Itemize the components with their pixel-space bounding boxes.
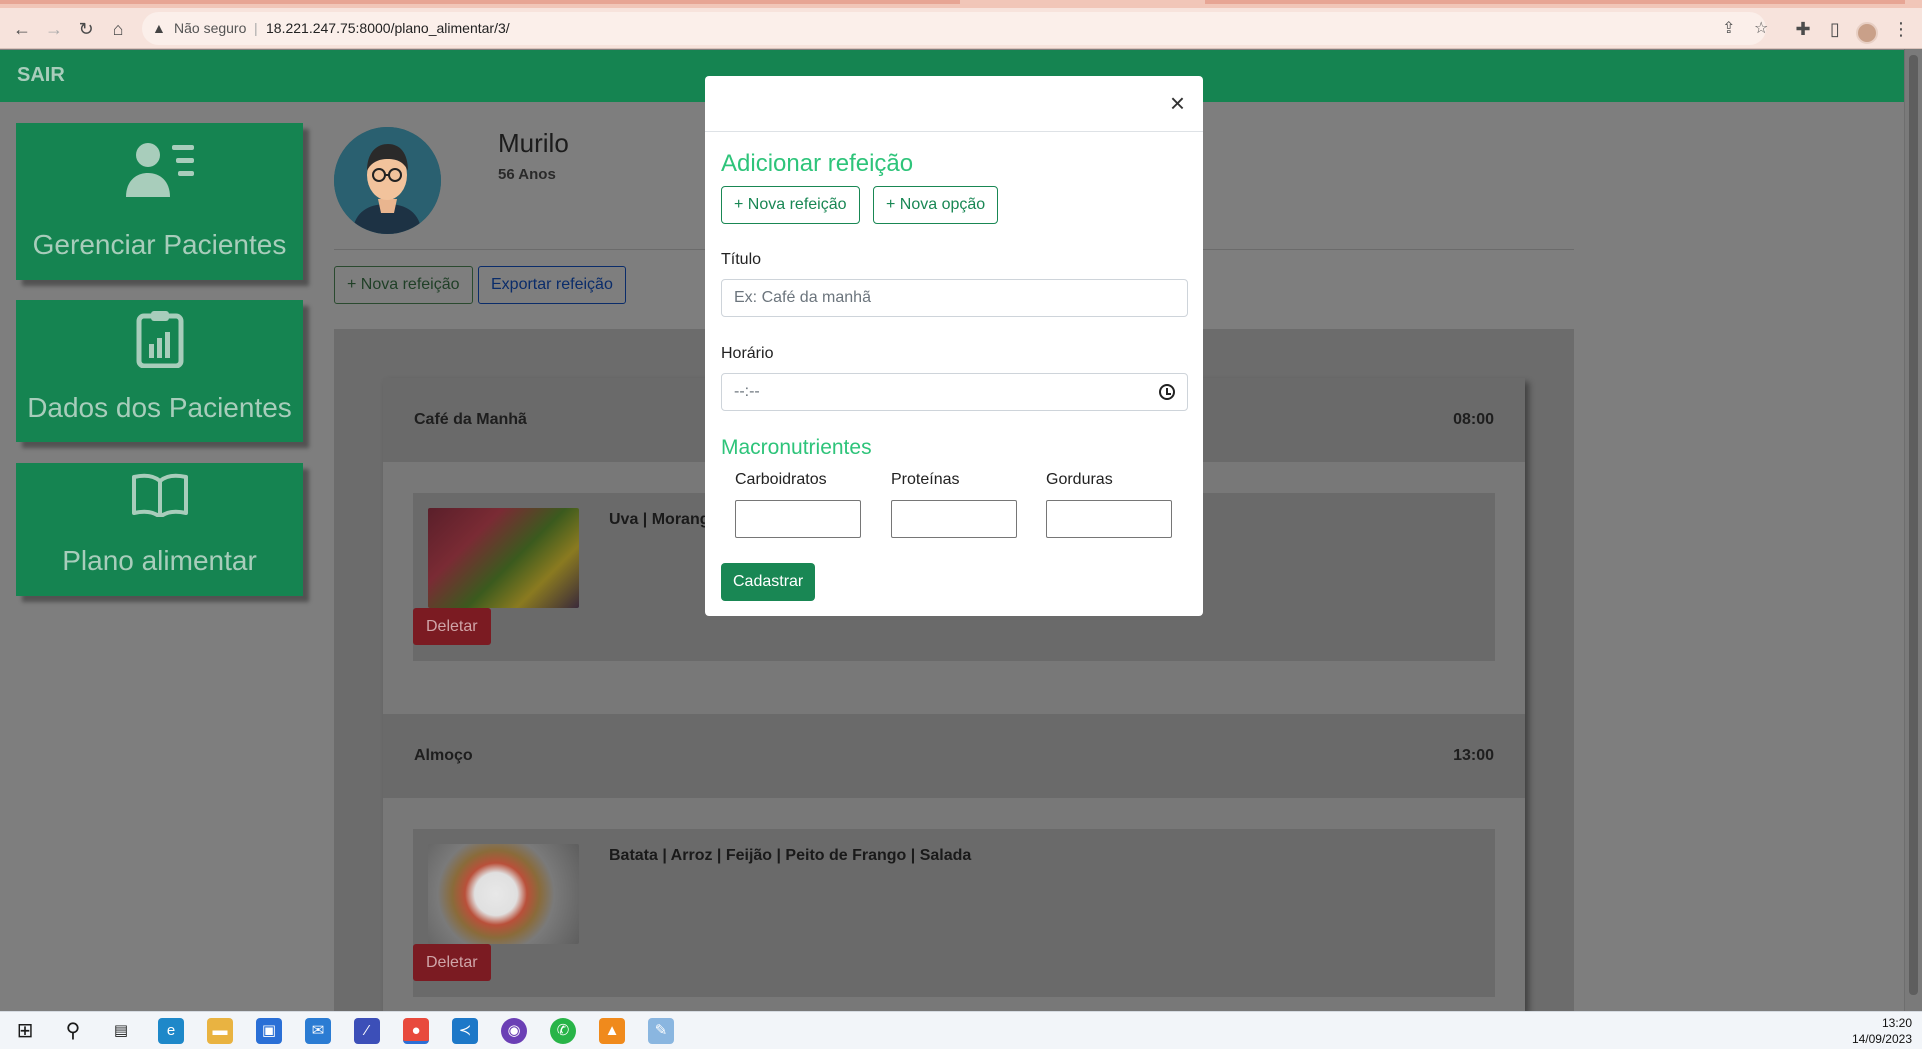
separator: | — [254, 20, 258, 36]
meal-option: Batata | Arroz | Feijão | Peito de Frang… — [413, 829, 1495, 997]
export-meal-button[interactable]: Exportar refeição — [478, 266, 626, 304]
fat-label: Gorduras — [1046, 471, 1113, 488]
fat-input[interactable] — [1046, 500, 1172, 538]
sidebar-item-label: Dados dos Pacientes — [27, 392, 292, 423]
modal-header-divider — [705, 131, 1203, 132]
meal-time: 13:00 — [1453, 747, 1494, 764]
warning-icon: ▲ — [152, 20, 166, 36]
time-placeholder: --:-- — [734, 383, 760, 400]
open-book-icon — [16, 473, 303, 522]
option-text: Uva | Morang — [609, 511, 710, 528]
carbs-input[interactable] — [735, 500, 861, 538]
meal-title: Almoço — [414, 747, 473, 764]
clock-date: 14/09/2023 — [1851, 1032, 1912, 1046]
star-icon[interactable]: ☆ — [1754, 18, 1768, 38]
macro-heading: Macronutrientes — [721, 436, 872, 459]
logout-link[interactable]: SAIR — [17, 64, 65, 87]
meal-time: 08:00 — [1453, 411, 1494, 428]
store-icon[interactable]: ▣ — [256, 1018, 282, 1044]
title-input[interactable]: Ex: Café da manhã — [721, 279, 1188, 317]
sidebar-item-label: Plano alimentar — [62, 545, 257, 576]
dev-tool-icon[interactable]: ⁄ — [354, 1018, 380, 1044]
system-clock[interactable]: 13:20 14/09/2023 — [1852, 1015, 1912, 1047]
sidebar-item-dados-dos-pacientes[interactable]: Dados dos Pacientes — [16, 300, 303, 442]
add-meal-modal: × Adicionar refeição + Nova refeição + N… — [705, 76, 1203, 616]
title-label: Título — [721, 251, 762, 268]
new-option-button[interactable]: + Nova opção — [873, 186, 999, 224]
edge-icon[interactable]: e — [158, 1018, 184, 1044]
meal-title: Café da Manhã — [414, 411, 527, 428]
clipboard-chart-icon — [16, 310, 303, 373]
clock-time: 13:20 — [1881, 1016, 1912, 1030]
home-icon[interactable]: ⌂ — [107, 18, 129, 40]
meal-header: Almoço 13:00 — [383, 714, 1525, 798]
sidebar-item-plano-alimentar[interactable]: Plano alimentar — [16, 463, 303, 596]
protein-label: Proteínas — [891, 471, 960, 488]
tab-strip — [0, 0, 1922, 8]
tab[interactable] — [0, 0, 960, 4]
security-label: Não seguro — [174, 20, 247, 36]
carbs-label: Carboidratos — [735, 471, 827, 488]
food-image — [428, 844, 579, 944]
scrollbar[interactable] — [1904, 49, 1922, 1011]
whatsapp-icon[interactable]: ✆ — [550, 1018, 576, 1044]
sidebar-item-label: Gerenciar Pacientes — [32, 229, 287, 260]
profile-avatar-icon[interactable] — [1856, 22, 1878, 44]
browser-toolbar: ← → ↻ ⌂ ▲ Não seguro | 18.221.247.75:800… — [0, 8, 1922, 49]
taskbar: ⊞ ⚲ ▤ e ▬ ▣ ✉ ⁄ ● ≺ ◉ ✆ ▲ ✎ 13:20 14/09/… — [0, 1011, 1922, 1049]
back-icon[interactable]: ← — [11, 18, 33, 40]
time-input[interactable]: --:-- — [721, 373, 1188, 411]
submit-button[interactable]: Cadastrar — [721, 563, 816, 601]
new-meal-button[interactable]: + Nova refeição — [721, 186, 860, 224]
windows-start-icon[interactable]: ⊞ — [12, 1018, 38, 1044]
patient-age: 56 Anos — [498, 166, 556, 183]
vscode-icon[interactable]: ≺ — [452, 1018, 478, 1044]
sidebar-item-gerenciar-pacientes[interactable]: Gerenciar Pacientes — [16, 123, 303, 280]
clock-icon[interactable] — [1159, 384, 1175, 400]
forward-icon[interactable]: → — [43, 18, 65, 40]
side-panel-icon[interactable]: ▯ — [1824, 18, 1846, 40]
patient-name: Murilo — [498, 128, 569, 158]
delete-button[interactable]: Deletar — [413, 608, 491, 645]
share-icon[interactable]: ⇪ — [1722, 18, 1735, 38]
chrome-icon[interactable]: ● — [403, 1018, 429, 1044]
file-explorer-icon[interactable]: ▬ — [207, 1018, 233, 1044]
address-bar[interactable]: ▲ Não seguro | 18.221.247.75:8000/plano_… — [142, 12, 1768, 45]
reload-icon[interactable]: ↻ — [75, 18, 97, 40]
user-list-icon — [16, 141, 303, 204]
patient-avatar — [334, 127, 441, 234]
vlc-icon[interactable]: ▲ — [599, 1018, 625, 1044]
paint-icon[interactable]: ✎ — [648, 1018, 674, 1044]
search-icon[interactable]: ⚲ — [60, 1018, 86, 1044]
delete-button[interactable]: Deletar — [413, 944, 491, 981]
food-image — [428, 508, 579, 608]
scrollbar-thumb[interactable] — [1909, 55, 1918, 995]
time-label: Horário — [721, 345, 774, 362]
task-view-icon[interactable]: ▤ — [108, 1018, 134, 1044]
github-desktop-icon[interactable]: ◉ — [501, 1018, 527, 1044]
menu-icon[interactable]: ⋮ — [1890, 18, 1912, 40]
url-text[interactable]: 18.221.247.75:8000/plano_alimentar/3/ — [266, 20, 510, 36]
option-text: Batata | Arroz | Feijão | Peito de Frang… — [609, 847, 972, 864]
protein-input[interactable] — [891, 500, 1017, 538]
new-meal-button[interactable]: + Nova refeição — [334, 266, 473, 304]
tab[interactable] — [1205, 0, 1905, 4]
close-icon[interactable]: × — [1170, 90, 1185, 116]
modal-title: Adicionar refeição — [721, 150, 914, 177]
extensions-icon[interactable]: ✚ — [1792, 18, 1814, 40]
mail-icon[interactable]: ✉ — [305, 1018, 331, 1044]
